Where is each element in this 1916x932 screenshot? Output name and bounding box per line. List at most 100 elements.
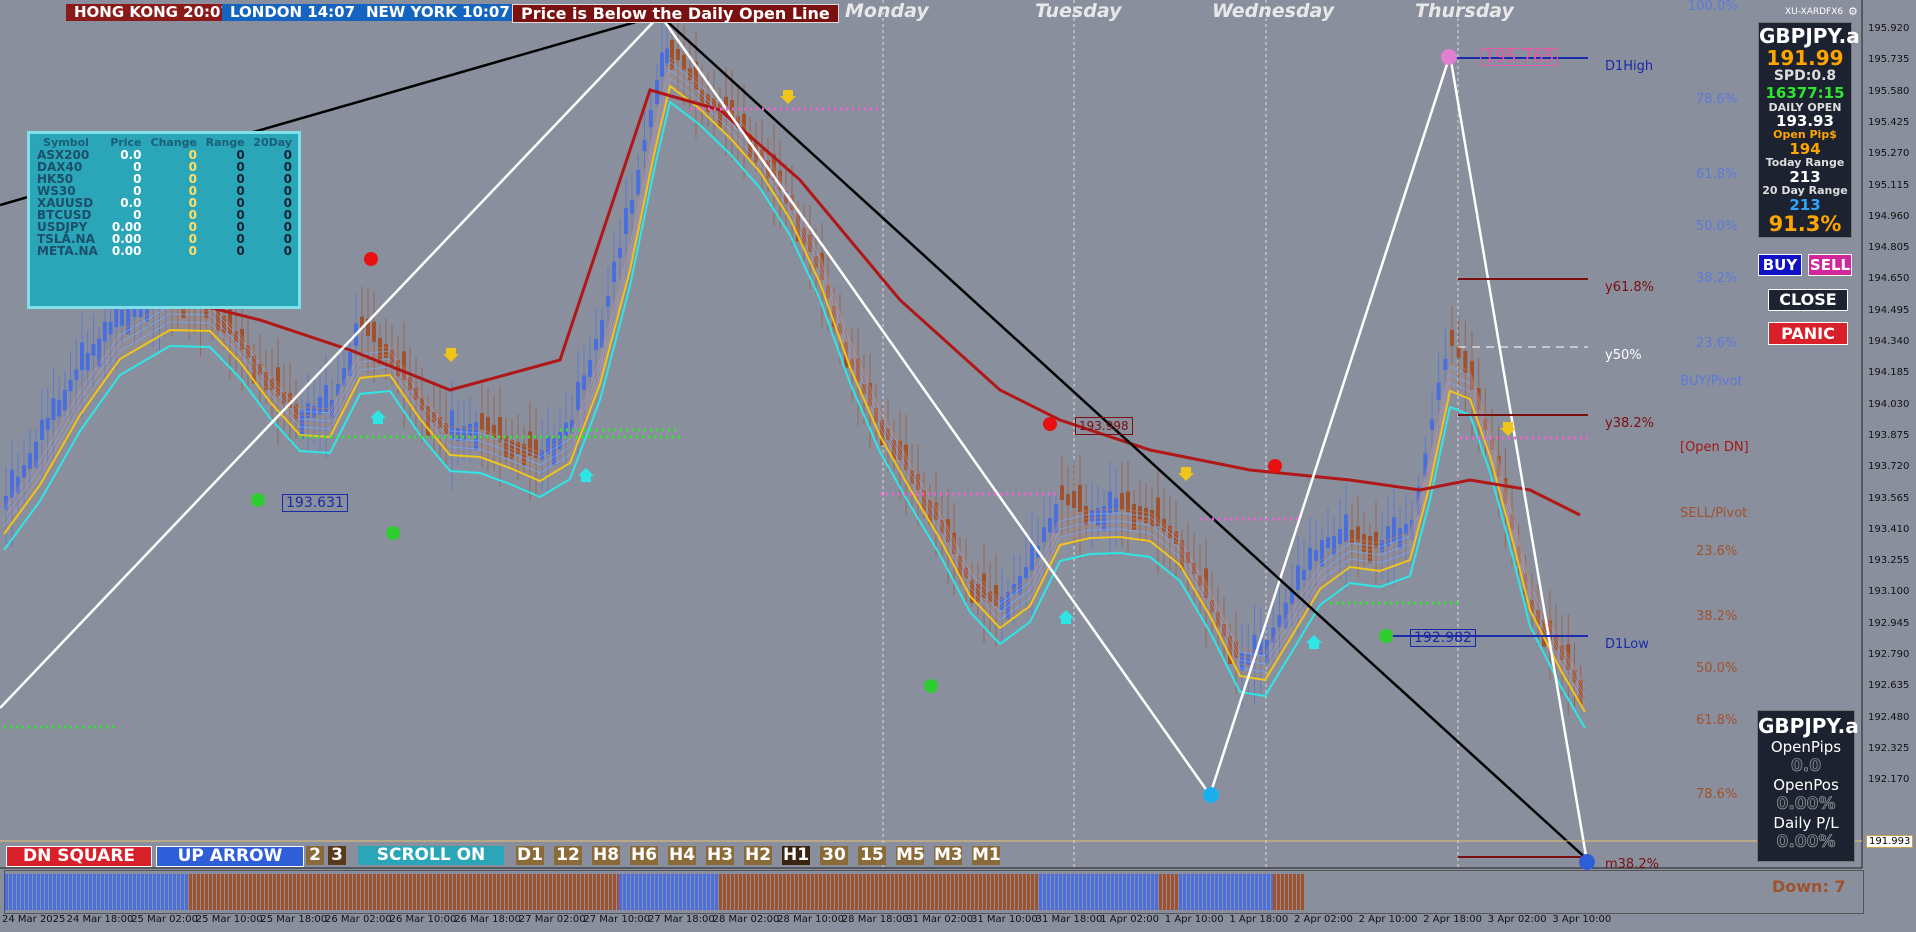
timeframe-button-h2[interactable]: H2 [744, 846, 772, 865]
gear-icon[interactable]: ⚙ [1848, 5, 1858, 18]
timeframe-button-h3[interactable]: H3 [706, 846, 734, 865]
candle-body [62, 390, 67, 411]
sell-signal-dot [1268, 459, 1282, 473]
pivot-sell: SELL/Pivot [1680, 506, 1748, 521]
timeframe-button-m3[interactable]: M3 [934, 846, 963, 865]
price-box-high: 195.765 [1480, 48, 1559, 66]
pivot-y382: y38.2% [1605, 416, 1654, 431]
time-tick: 28 Mar 02:00 [712, 914, 780, 925]
candle-body [1483, 418, 1488, 430]
timeframe-button-15[interactable]: 15 [858, 846, 886, 865]
price-tick: 194.340 [1868, 336, 1910, 347]
swing-high-dot [1441, 49, 1457, 65]
time-tick: 3 Apr 10:00 [1552, 914, 1612, 925]
candle-body [1436, 382, 1441, 400]
pivot-open-dn: [Open DN] [1680, 440, 1749, 455]
price-tick: 195.115 [1868, 179, 1910, 191]
watchlist-cell: 0.0 [120, 196, 142, 210]
up-arrow-icon [578, 468, 594, 482]
candle-body [1344, 514, 1348, 542]
fib-618: 61.8% [1696, 167, 1738, 182]
up-arrow-button[interactable]: UP ARROW [156, 846, 304, 867]
price-tick: 192.170 [1868, 774, 1910, 786]
fib-786: 78.6% [1696, 92, 1738, 107]
pivot-d1low: D1Low [1605, 637, 1649, 652]
timeframe-button-m1[interactable]: M1 [972, 846, 1001, 865]
buy-button[interactable]: BUY [1758, 254, 1802, 276]
candle-body [1302, 569, 1306, 580]
timeframe-button-h8[interactable]: H8 [592, 846, 620, 865]
watchlist-cell: 0 [283, 244, 292, 258]
scroll-toggle-button[interactable]: SCROLL ON [358, 846, 504, 865]
timeframe-button-m5[interactable]: M5 [896, 846, 925, 865]
close-button[interactable]: CLOSE [1768, 289, 1848, 311]
watchlist-cell: 0 [133, 160, 142, 174]
pivot-d1high: D1High [1605, 59, 1654, 74]
candle-body [1096, 508, 1100, 526]
timeframe-button-h1[interactable]: H1 [782, 846, 810, 865]
candle-body [1374, 531, 1378, 548]
time-tick: 27 Mar 10:00 [583, 914, 651, 925]
price-tick: 194.960 [1868, 210, 1910, 222]
pl-daily-value: 0.00% [1776, 832, 1836, 853]
histogram-segment [1039, 874, 1159, 910]
candle-body [1296, 565, 1300, 590]
watchlist-panel: Symbol Price Change Range 20Day ASX200 0.0 0 0 0… [27, 131, 301, 309]
down-arrow-icon [443, 348, 459, 362]
candle-body [1350, 530, 1354, 543]
time-tick: 24 Mar 2025 [2, 914, 66, 925]
sell-signal-dot [364, 252, 378, 266]
candle-body [1308, 547, 1312, 570]
candle-body [1430, 419, 1434, 430]
price-tick: 193.875 [1868, 429, 1910, 441]
time-tick: 3 Apr 02:00 [1487, 914, 1547, 925]
candle-body [80, 342, 84, 370]
candle-body [51, 398, 56, 420]
price-tick: 194.495 [1868, 304, 1910, 316]
timeframe-button-h4[interactable]: H4 [668, 846, 696, 865]
candle-body [57, 400, 62, 417]
price-box-right-low: 192.982 [1410, 629, 1476, 647]
timeframe-button-30[interactable]: 30 [820, 846, 848, 865]
watchlist-row[interactable]: META.NA 0.00 0 0 0 [30, 245, 298, 257]
trendline-down [659, 14, 1591, 863]
spread: SPD:0.8 [1773, 68, 1837, 84]
candle-body [40, 419, 44, 440]
fib-236: 23.6% [1696, 336, 1738, 351]
watchlist-header: Symbol [43, 136, 89, 149]
histogram-segment [719, 874, 1039, 910]
panic-button[interactable]: PANIC [1768, 322, 1848, 345]
pl-open-pips-value: 0.0 [1790, 756, 1822, 777]
timeframe-button-h6[interactable]: H6 [630, 846, 658, 865]
timeframe-button-12[interactable]: 12 [554, 846, 582, 865]
candle-body [372, 321, 376, 342]
pivot-y618: y61.8% [1605, 280, 1654, 295]
pl-daily-label: Daily P/L [1773, 814, 1839, 832]
time-tick: 24 Mar 18:00 [66, 914, 134, 925]
range-percent: 91.3% [1768, 212, 1842, 236]
chart-area[interactable]: HONG KONG 20:07 LONDON 14:07 NEW YORK 10… [0, 0, 1916, 932]
timeframe-button-d1[interactable]: D1 [516, 846, 544, 865]
candle-body [582, 375, 586, 390]
today-range-value: 213 [1789, 168, 1821, 186]
time-tick: 31 Mar 18:00 [1035, 914, 1103, 925]
up-arrow-icon [1306, 635, 1322, 649]
histogram-segment [5, 874, 189, 910]
price-tick: 195.735 [1868, 54, 1910, 66]
sell-button[interactable]: SELL [1808, 254, 1852, 276]
price-tick: 195.920 [1868, 23, 1910, 34]
time-tick: 26 Mar 10:00 [389, 914, 457, 925]
time-tick: 25 Mar 10:00 [195, 914, 263, 925]
buy-signal-dot [386, 526, 400, 540]
candle-body [1314, 550, 1318, 561]
count-2-button[interactable]: 2 [306, 846, 324, 865]
time-tick: 31 Mar 02:00 [906, 914, 974, 925]
down-arrow-icon [1178, 467, 1194, 481]
dn-square-button[interactable]: DN SQUARE [6, 846, 152, 867]
time-tick: 26 Mar 02:00 [325, 914, 392, 925]
symbol-price: 191.99 [1766, 46, 1844, 70]
count-3-button[interactable]: 3 [328, 846, 346, 865]
histogram-segment [619, 874, 719, 910]
candle-body [1443, 358, 1448, 370]
watchlist-cell: 0.00 [111, 244, 142, 258]
